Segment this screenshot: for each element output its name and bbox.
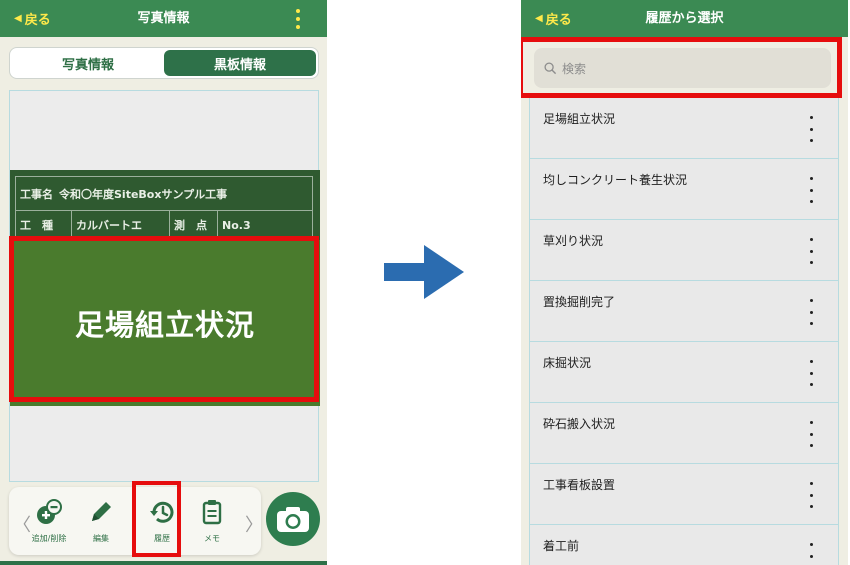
add-remove-label: 追加/削除 (31, 534, 67, 543)
kebab-icon[interactable] (810, 543, 814, 565)
back-label: 戻る (24, 13, 51, 28)
work-type-value: カルバートエ (72, 211, 170, 239)
kebab-icon[interactable] (810, 116, 814, 142)
work-type-label: 工 種 (16, 211, 72, 239)
tab-switcher: 写真情報 黒板情報 (9, 47, 319, 79)
add-remove-button[interactable]: 追加/削除 (25, 497, 73, 544)
memo-button[interactable]: メモ (188, 497, 236, 544)
kebab-icon[interactable] (810, 299, 814, 325)
camera-button[interactable] (266, 492, 320, 546)
pencil-icon (92, 502, 111, 521)
kebab-icon[interactable] (295, 9, 301, 29)
blackboard-row-project: 工事名 令和〇年度SiteBoxサンプル工事 (15, 176, 313, 210)
project-label: 工事名 (20, 187, 53, 201)
list-item-label: 着工前 (543, 539, 580, 553)
station-value: No.3 (222, 218, 251, 232)
back-button[interactable]: ◀ 戻る (14, 0, 51, 37)
highlight-box-blackboard (9, 236, 319, 402)
bottom-strip (0, 561, 327, 565)
list-item-label: 均しコンクリート養生状況 (543, 173, 688, 187)
list-item[interactable]: 砕石搬入状況 (529, 403, 839, 464)
edit-label: 編集 (93, 534, 109, 543)
list-item[interactable]: 均しコンクリート養生状況 (529, 159, 839, 220)
list-item-label: 足場組立状況 (543, 112, 616, 126)
back-triangle-icon: ◀ (14, 13, 22, 24)
list-item-label: 草刈り状況 (543, 234, 604, 248)
list-item-label: 砕石搬入状況 (543, 417, 616, 431)
kebab-icon[interactable] (810, 482, 814, 508)
highlight-box-history (132, 481, 181, 557)
memo-icon (202, 500, 222, 525)
kebab-icon[interactable] (810, 421, 814, 447)
list-item-label: 置換掘削完了 (543, 295, 616, 309)
header-bar: ◀ 戻る 写真情報 (0, 0, 327, 37)
tab-blackboard-info[interactable]: 黒板情報 (164, 50, 316, 76)
highlight-box-search (521, 37, 842, 98)
back-triangle-icon: ◀ (535, 13, 543, 24)
history-list: 足場組立状況 均しコンクリート養生状況 草刈り状況 置換掘削完了 床掘状況 砕石… (529, 98, 839, 565)
project-value: 令和〇年度SiteBoxサンプル工事 (59, 187, 228, 201)
photo-info-screen: ◀ 戻る 写真情報 写真情報 黒板情報 工事名 令和〇年度SiteBoxサンプル… (0, 0, 327, 565)
arrow-right-icon (384, 245, 464, 299)
list-item[interactable]: 工事看板設置 (529, 464, 839, 525)
kebab-icon[interactable] (810, 177, 814, 203)
list-item[interactable]: 置換掘削完了 (529, 281, 839, 342)
back-button[interactable]: ◀ 戻る (535, 0, 572, 37)
kebab-icon[interactable] (810, 238, 814, 264)
edit-button[interactable]: 編集 (77, 497, 125, 544)
history-select-screen: ◀ 戻る 履歴から選択 検索 足場組立状況 均しコンクリート養生状況 草刈り状況… (521, 0, 848, 565)
list-item[interactable]: 足場組立状況 (529, 98, 839, 159)
header-bar: ◀ 戻る 履歴から選択 (521, 0, 848, 37)
list-item[interactable]: 草刈り状況 (529, 220, 839, 281)
add-remove-icon (37, 499, 62, 524)
list-item-label: 工事看板設置 (543, 478, 616, 492)
list-item-label: 床掘状況 (543, 356, 592, 370)
back-label: 戻る (545, 13, 572, 28)
list-item[interactable]: 着工前 (529, 525, 839, 565)
tab-photo-info[interactable]: 写真情報 (12, 50, 164, 76)
station-label: 測 点 (170, 211, 218, 239)
kebab-icon[interactable] (810, 360, 814, 386)
chevron-right-icon[interactable]: 〉 (245, 511, 263, 537)
memo-label: メモ (204, 534, 220, 543)
camera-icon (277, 507, 309, 532)
list-item[interactable]: 床掘状況 (529, 342, 839, 403)
